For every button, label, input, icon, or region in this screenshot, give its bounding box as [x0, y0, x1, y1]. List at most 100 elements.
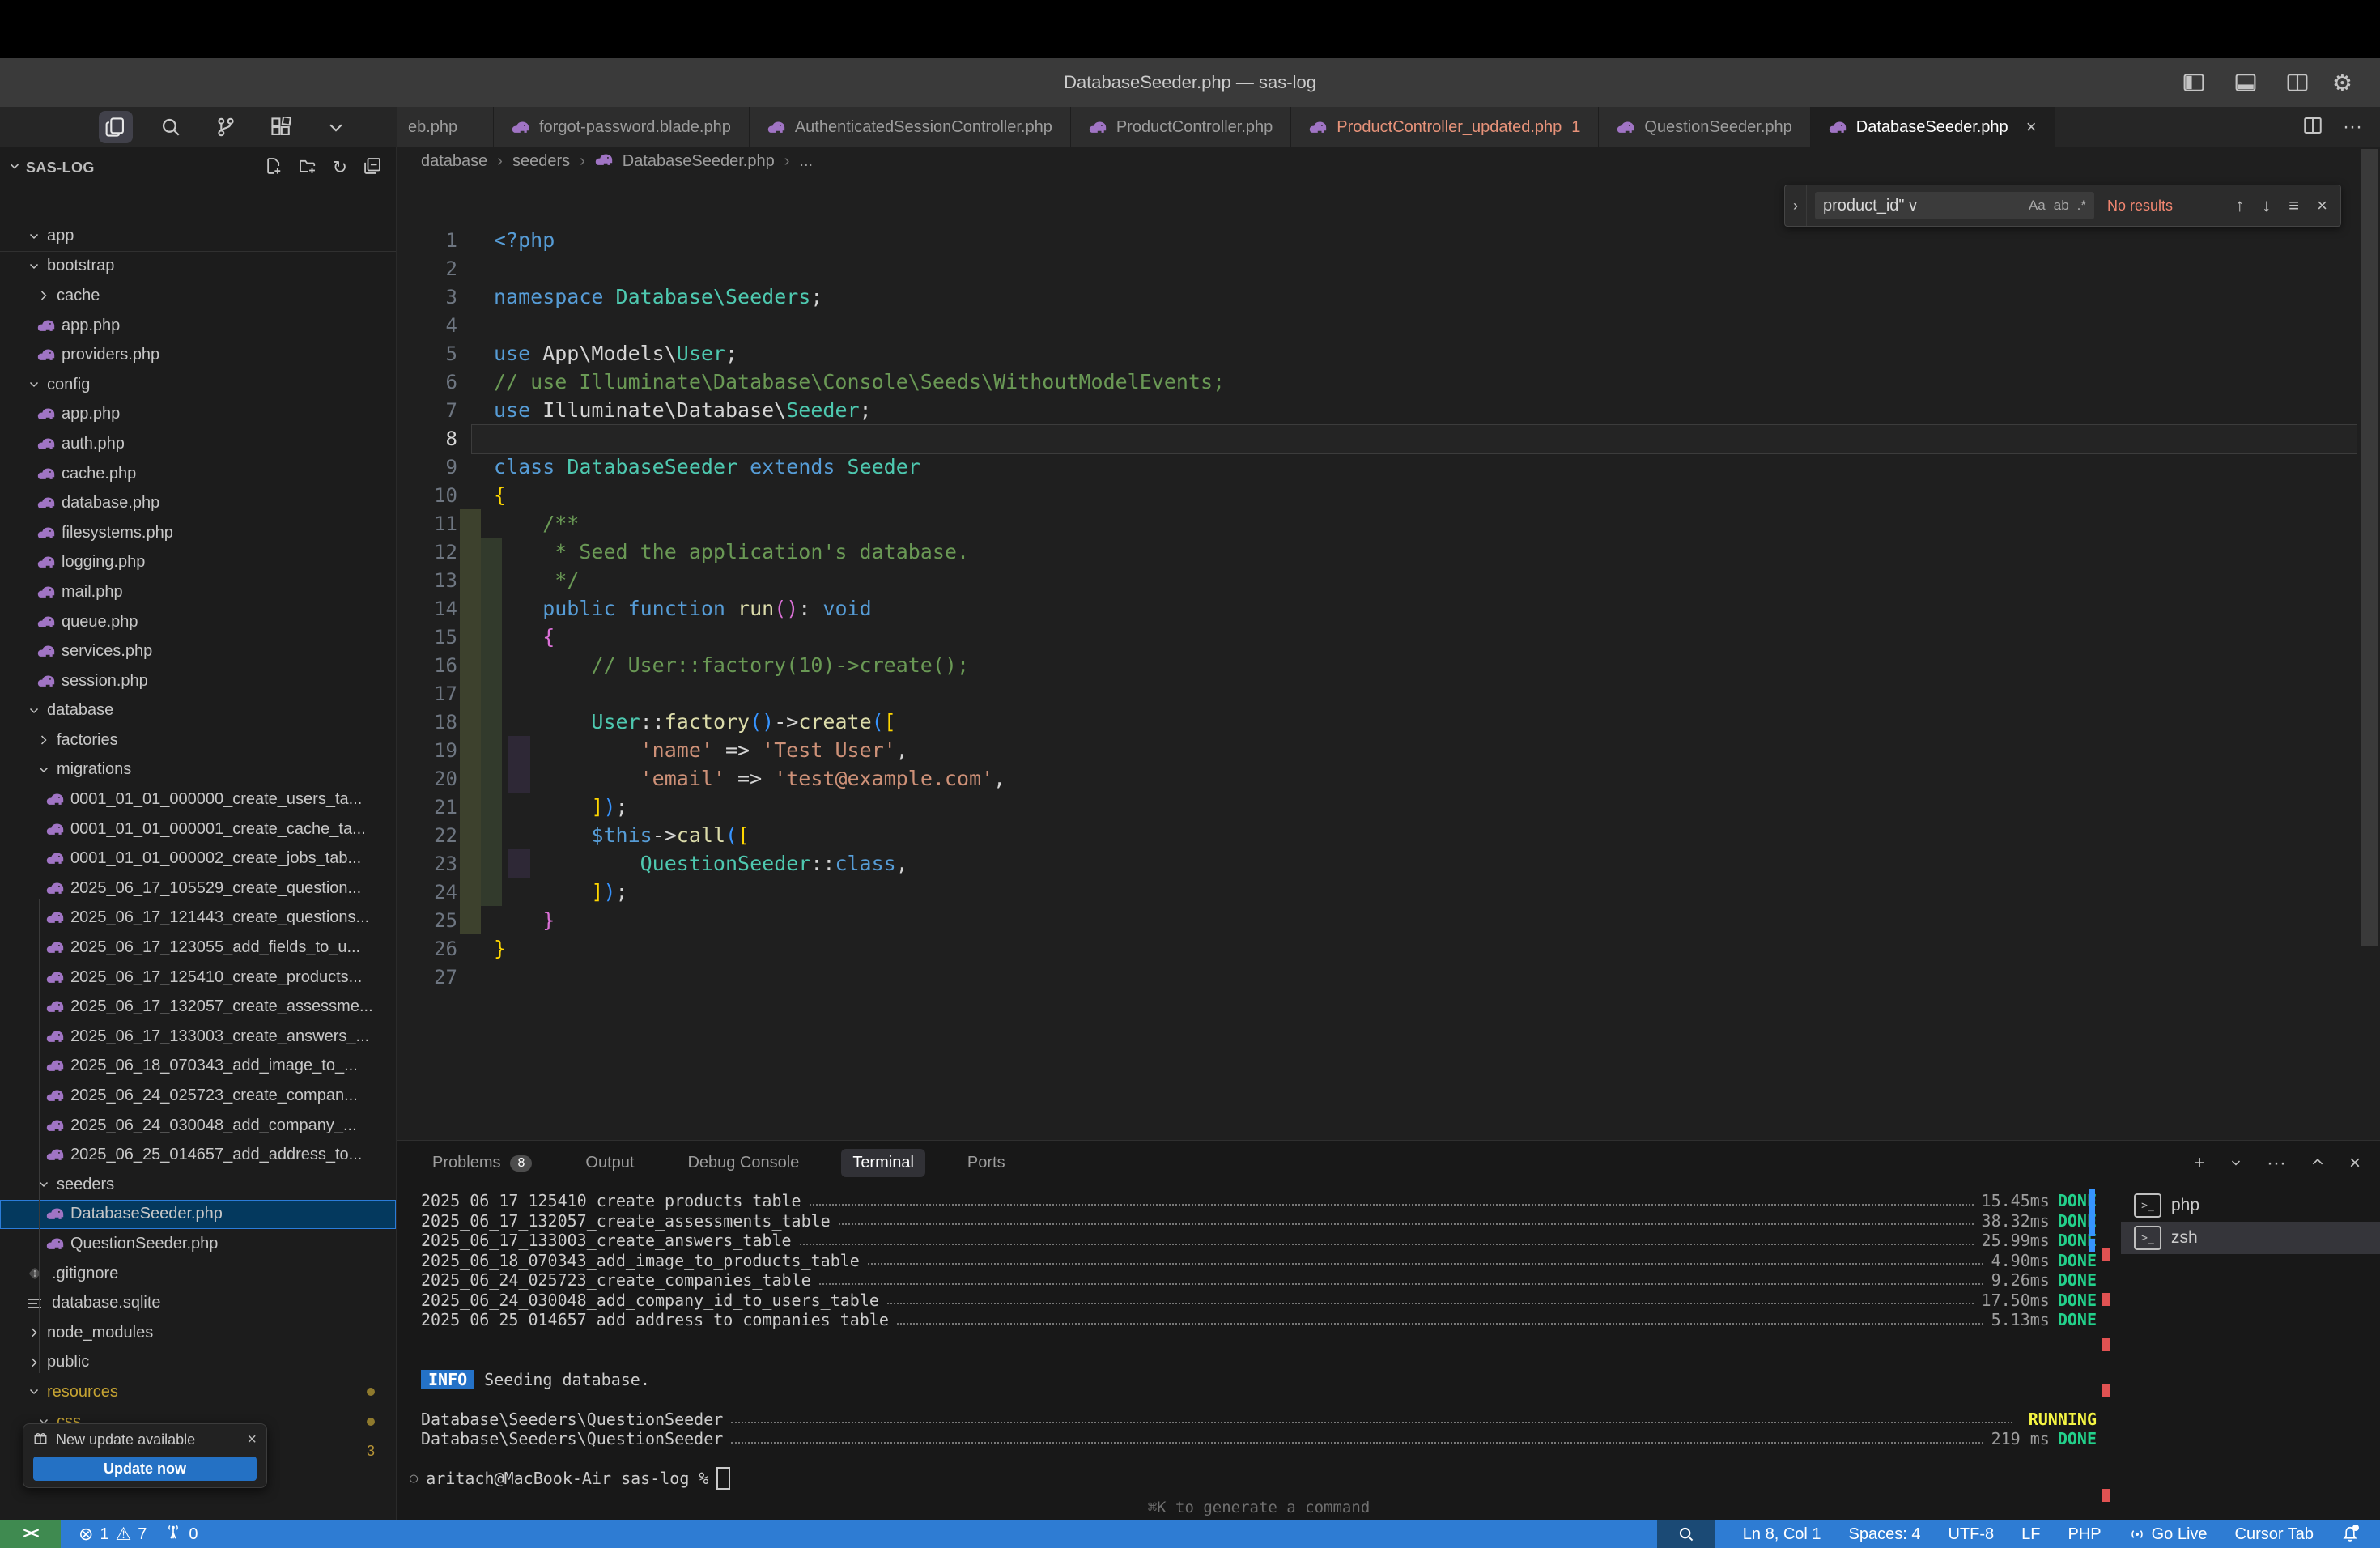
- tab-problems[interactable]: Problems8: [421, 1149, 543, 1177]
- tree-item[interactable]: DatabaseSeeder.php: [0, 1200, 396, 1230]
- encoding[interactable]: UTF-8: [1948, 1525, 1994, 1544]
- new-terminal-icon[interactable]: +: [2194, 1152, 2205, 1175]
- terminal-session-php[interactable]: >_php: [2121, 1189, 2380, 1222]
- tree-item[interactable]: 2025_06_17_125410_create_products...: [0, 963, 396, 993]
- find-next-icon[interactable]: ↓: [2262, 195, 2271, 216]
- tree-item[interactable]: session.php: [0, 666, 396, 696]
- tree-item[interactable]: services.php: [0, 636, 396, 666]
- tree-item[interactable]: 2025_06_17_133003_create_answers_...: [0, 1022, 396, 1052]
- close-find-icon[interactable]: ×: [2317, 195, 2327, 216]
- tree-item[interactable]: app.php: [0, 311, 396, 341]
- tree-item[interactable]: 2025_06_17_105529_create_question...: [0, 874, 396, 904]
- source-control-icon[interactable]: [209, 111, 243, 143]
- tree-item[interactable]: seeders: [0, 1170, 396, 1200]
- panel-more-actions-icon[interactable]: ···: [2267, 1152, 2286, 1175]
- terminal-dropdown-chevron-icon[interactable]: [2229, 1152, 2242, 1175]
- tree-item[interactable]: mail.php: [0, 577, 396, 607]
- tab-output[interactable]: Output: [574, 1149, 645, 1177]
- toggle-primary-sidebar-icon[interactable]: [2177, 66, 2211, 99]
- indentation[interactable]: Spaces: 4: [1849, 1525, 1921, 1544]
- find-expand-chevron-icon[interactable]: ›: [1785, 185, 1807, 226]
- explorer-icon[interactable]: [99, 111, 133, 143]
- tree-item[interactable]: factories: [0, 725, 396, 755]
- update-now-button[interactable]: Update now: [33, 1457, 257, 1481]
- status-search-icon[interactable]: [1657, 1520, 1715, 1548]
- new-file-icon[interactable]: [265, 157, 283, 179]
- tree-item[interactable]: app.php: [0, 400, 396, 430]
- tree-item[interactable]: .gitignore: [0, 1259, 396, 1289]
- tab-debug-console[interactable]: Debug Console: [676, 1149, 810, 1177]
- tree-item[interactable]: auth.php: [0, 429, 396, 459]
- tree-item[interactable]: 2025_06_17_123055_add_fields_to_u...: [0, 933, 396, 963]
- settings-gear-icon[interactable]: ⚙: [2332, 70, 2352, 96]
- terminal-prompt[interactable]: ○aritach@MacBook-Air sas-log %: [421, 1469, 2097, 1489]
- tree-item[interactable]: cache.php: [0, 459, 396, 489]
- go-live-button[interactable]: Go Live: [2129, 1525, 2208, 1544]
- editor-tab[interactable]: DatabaseSeeder.php ×: [1811, 107, 2055, 147]
- extensions-icon[interactable]: [264, 111, 298, 143]
- maximize-panel-icon[interactable]: [2310, 1152, 2325, 1175]
- refresh-icon[interactable]: ↻: [333, 157, 347, 179]
- tree-item[interactable]: 2025_06_24_025723_create_compan...: [0, 1081, 396, 1111]
- find-in-selection-icon[interactable]: ≡: [2289, 195, 2299, 216]
- whole-word-icon[interactable]: ab: [2054, 198, 2069, 214]
- tree-item[interactable]: queue.php: [0, 607, 396, 637]
- tree-item[interactable]: database.php: [0, 488, 396, 518]
- tree-item[interactable]: migrations: [0, 755, 396, 785]
- regex-icon[interactable]: .*: [2077, 198, 2086, 214]
- find-input[interactable]: [1815, 197, 2029, 215]
- close-panel-icon[interactable]: ×: [2349, 1152, 2361, 1175]
- cursor-position[interactable]: Ln 8, Col 1: [1743, 1525, 1821, 1544]
- editor-tab[interactable]: AuthenticatedSessionController.php: [750, 107, 1071, 147]
- tree-item[interactable]: app: [0, 222, 396, 252]
- tree-item[interactable]: config: [0, 370, 396, 400]
- tree-item[interactable]: 2025_06_18_070343_add_image_to_...: [0, 1052, 396, 1082]
- tree-item[interactable]: providers.php: [0, 340, 396, 370]
- tree-item[interactable]: node_modules: [0, 1318, 396, 1348]
- new-folder-icon[interactable]: [299, 157, 317, 179]
- close-notification-icon[interactable]: ×: [247, 1431, 257, 1449]
- tab-terminal[interactable]: Terminal: [841, 1149, 925, 1177]
- editor-tab[interactable]: QuestionSeeder.php: [1599, 107, 1810, 147]
- terminal-session-zsh[interactable]: >_zsh: [2121, 1222, 2380, 1254]
- editor-scrollbar[interactable]: [2361, 149, 2378, 946]
- tree-item[interactable]: 2025_06_25_014657_add_address_to...: [0, 1140, 396, 1170]
- tree-item[interactable]: public: [0, 1348, 396, 1378]
- search-icon[interactable]: [154, 111, 188, 143]
- language-mode[interactable]: PHP: [2068, 1525, 2101, 1544]
- match-case-icon[interactable]: Aa: [2029, 198, 2046, 214]
- split-editor-icon[interactable]: [2302, 116, 2323, 139]
- cursor-tab-status[interactable]: Cursor Tab: [2235, 1525, 2314, 1544]
- problems-status[interactable]: ⊗ 1 ⚠ 7: [79, 1524, 147, 1545]
- collapse-all-icon[interactable]: [363, 157, 381, 179]
- editor-tab[interactable]: eb.php: [397, 107, 494, 147]
- editor-tab[interactable]: ProductController.php: [1071, 107, 1291, 147]
- tree-item[interactable]: 2025_06_24_030048_add_company_...: [0, 1111, 396, 1141]
- tab-ports[interactable]: Ports: [956, 1149, 1017, 1177]
- tree-item[interactable]: filesystems.php: [0, 518, 396, 548]
- more-views-chevron-icon[interactable]: [319, 111, 353, 143]
- tree-item[interactable]: 0001_01_01_000001_create_cache_ta...: [0, 814, 396, 844]
- editor-more-actions-icon[interactable]: ···: [2343, 116, 2362, 138]
- tree-item[interactable]: 0001_01_01_000000_create_users_ta...: [0, 785, 396, 814]
- tree-item[interactable]: QuestionSeeder.php: [0, 1229, 396, 1259]
- eol-sequence[interactable]: LF: [2021, 1525, 2040, 1544]
- editor-tab[interactable]: forgot-password.blade.php: [494, 107, 750, 147]
- terminal-output[interactable]: 2025_06_17_125410_create_products_table1…: [421, 1191, 2097, 1489]
- remote-indicator[interactable]: ><: [0, 1520, 61, 1548]
- tree-item[interactable]: 2025_06_17_121443_create_questions...: [0, 904, 396, 933]
- toggle-panel-icon[interactable]: [2229, 66, 2263, 99]
- toggle-secondary-sidebar-icon[interactable]: [2280, 66, 2314, 99]
- tree-item[interactable]: 0001_01_01_000002_create_jobs_tab...: [0, 844, 396, 874]
- find-previous-icon[interactable]: ↑: [2235, 195, 2244, 216]
- tree-item[interactable]: database.sqlite: [0, 1288, 396, 1318]
- tree-item[interactable]: cache: [0, 281, 396, 311]
- code-view[interactable]: 1 <?php 2 3 namespace Database\Seeders; …: [397, 226, 2380, 991]
- tree-item[interactable]: bootstrap: [0, 252, 396, 282]
- tree-item[interactable]: 2025_06_17_132057_create_assessme...: [0, 992, 396, 1022]
- tree-item[interactable]: database: [0, 696, 396, 726]
- tree-item[interactable]: logging.php: [0, 548, 396, 578]
- notifications-bell-icon[interactable]: [2341, 1525, 2359, 1543]
- chevron-down-icon[interactable]: [8, 159, 21, 176]
- breadcrumb[interactable]: database› seeders› DatabaseSeeder.php› .…: [421, 152, 813, 171]
